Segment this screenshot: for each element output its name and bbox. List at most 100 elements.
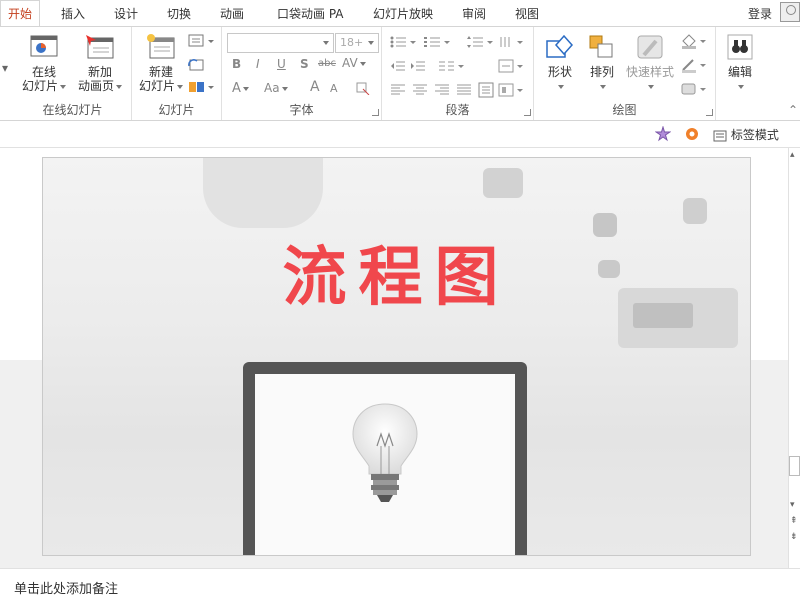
shape-outline-icon[interactable] [680,57,710,76]
next-slide-icon[interactable]: ⇟ [790,532,798,542]
align-left-icon[interactable] [390,83,406,100]
edit-label: 编辑 [727,65,752,79]
previous-slide-icon[interactable]: ⇞ [790,516,798,526]
chevron-down-icon [323,41,329,45]
notes-placeholder[interactable]: 单击此处添加备注 [14,578,118,597]
font-color-label: A [232,81,241,96]
avatar[interactable] [780,2,800,22]
align-center-icon[interactable] [412,83,428,100]
spacing-label: AV [342,56,358,70]
login-link[interactable]: 登录 [748,5,772,22]
columns-icon[interactable] [438,59,468,76]
justify-icon[interactable] [456,83,472,100]
tab-design[interactable]: 设计 [114,5,138,22]
group-slides-label: 幻灯片 [158,103,195,117]
shadow-button[interactable]: S [300,57,309,71]
online-slides-button[interactable]: 在线 幻灯片 [20,33,68,93]
notes-pane[interactable]: 单击此处添加备注 [0,568,800,600]
edit-button[interactable]: 编辑 [720,33,760,93]
group-editing: 编辑 [716,27,764,120]
align-text-icon[interactable] [498,59,528,76]
gear-icon[interactable] [684,126,700,145]
shape-fill-icon[interactable] [680,33,710,52]
bold-button[interactable]: B [232,57,241,71]
italic-button[interactable]: I [256,57,260,71]
smartart-icon[interactable] [498,83,528,100]
tag-mode-icon [713,130,727,141]
increase-indent-icon[interactable] [410,59,426,76]
tag-mode-label: 标签模式 [730,128,779,142]
tab-home[interactable]: 开始 [0,0,40,26]
tag-mode-button[interactable]: 标签模式 [713,126,779,143]
new-anim-page-label-1: 新加 [87,65,112,79]
layout-icon[interactable] [188,34,216,51]
align-right-icon[interactable] [434,83,450,100]
shape-effects-icon[interactable] [680,81,710,100]
chevron-down-icon [60,84,66,89]
clear-format-icon[interactable] [355,81,371,98]
new-slide-button[interactable]: 新建 幻灯片 [136,33,186,93]
grow-font-button[interactable]: A [310,79,320,95]
arrange-button[interactable]: 排列 [584,33,620,93]
change-case-label: Aa [264,81,280,95]
new-slide-label-1: 新建 [148,65,173,79]
group-paragraph: 段落 [382,27,534,120]
collapse-ribbon-icon[interactable]: ⌃ [788,103,798,117]
group-drawing: 形状 排列 快速样式 绘图 [534,27,716,120]
character-spacing-button[interactable]: AV [342,56,366,70]
chevron-down-icon [116,84,122,89]
tab-transitions[interactable]: 切换 [167,5,191,22]
magic-wand-icon[interactable] [654,125,672,145]
numbering-icon[interactable] [424,35,454,52]
underline-button[interactable]: U [277,57,286,71]
new-slide-icon [145,33,177,61]
new-anim-page-icon [84,33,116,61]
vertical-scrollbar[interactable]: ▴ ▾ ⇞ ⇟ [788,148,800,568]
strikethrough-button[interactable]: abc [318,58,336,69]
tab-slideshow[interactable]: 幻灯片放映 [373,5,433,22]
online-slides-label-1: 在线 [31,65,56,79]
scroll-up-icon[interactable]: ▴ [790,150,795,160]
chevron-down-icon [738,84,744,89]
chevron-down-icon [558,84,564,89]
ribbon-tab-bar: 开始 插入 设计 切换 动画 口袋动画 PA 幻灯片放映 审阅 视图 登录 [0,0,800,26]
change-case-button[interactable]: Aa [264,81,288,95]
chevron-down-icon [600,84,606,89]
tab-animations[interactable]: 动画 [220,5,244,22]
shapes-label: 形状 [547,65,572,79]
font-name-select[interactable] [227,33,334,53]
bullets-icon[interactable] [390,35,420,52]
left-collapse-arrow-icon[interactable]: ▾ [2,61,8,75]
reset-icon[interactable] [188,58,206,75]
slide-canvas[interactable]: 流程图 [42,157,751,556]
new-anim-page-button[interactable]: 新加 动画页 [74,33,126,93]
background-blur-shape [203,158,323,228]
drawing-dialog-launcher-icon[interactable] [706,109,713,116]
paragraph-dialog-launcher-icon[interactable] [524,109,531,116]
group-font-label: 字体 [289,103,314,117]
line-spacing-icon[interactable] [466,35,496,52]
online-slides-label-2: 幻灯片 [21,79,58,93]
tab-review[interactable]: 审阅 [462,5,486,22]
tab-pocket-animation[interactable]: 口袋动画 PA [277,5,344,22]
group-paragraph-label: 段落 [445,103,470,117]
chevron-down-icon [177,84,183,89]
tab-view[interactable]: 视图 [515,5,539,22]
slide-title[interactable]: 流程图 [43,226,750,318]
section-icon[interactable] [188,80,216,97]
quick-styles-button[interactable]: 快速样式 [622,33,678,93]
scrollbar-thumb[interactable] [789,456,800,476]
decrease-indent-icon[interactable] [390,59,406,76]
group-online-label: 在线幻灯片 [42,103,103,117]
shrink-font-button[interactable]: A [330,82,338,95]
scroll-down-icon[interactable]: ▾ [790,500,795,510]
font-dialog-launcher-icon[interactable] [372,109,379,116]
font-color-button[interactable]: A [232,81,249,96]
new-anim-page-label-2: 动画页 [77,79,114,93]
shapes-button[interactable]: 形状 [540,33,580,93]
font-size-select[interactable]: 18+ [335,33,379,53]
online-slides-icon [28,33,60,61]
text-direction-icon[interactable] [498,35,528,52]
tab-insert[interactable]: 插入 [61,5,85,22]
distributed-icon[interactable] [478,82,494,101]
